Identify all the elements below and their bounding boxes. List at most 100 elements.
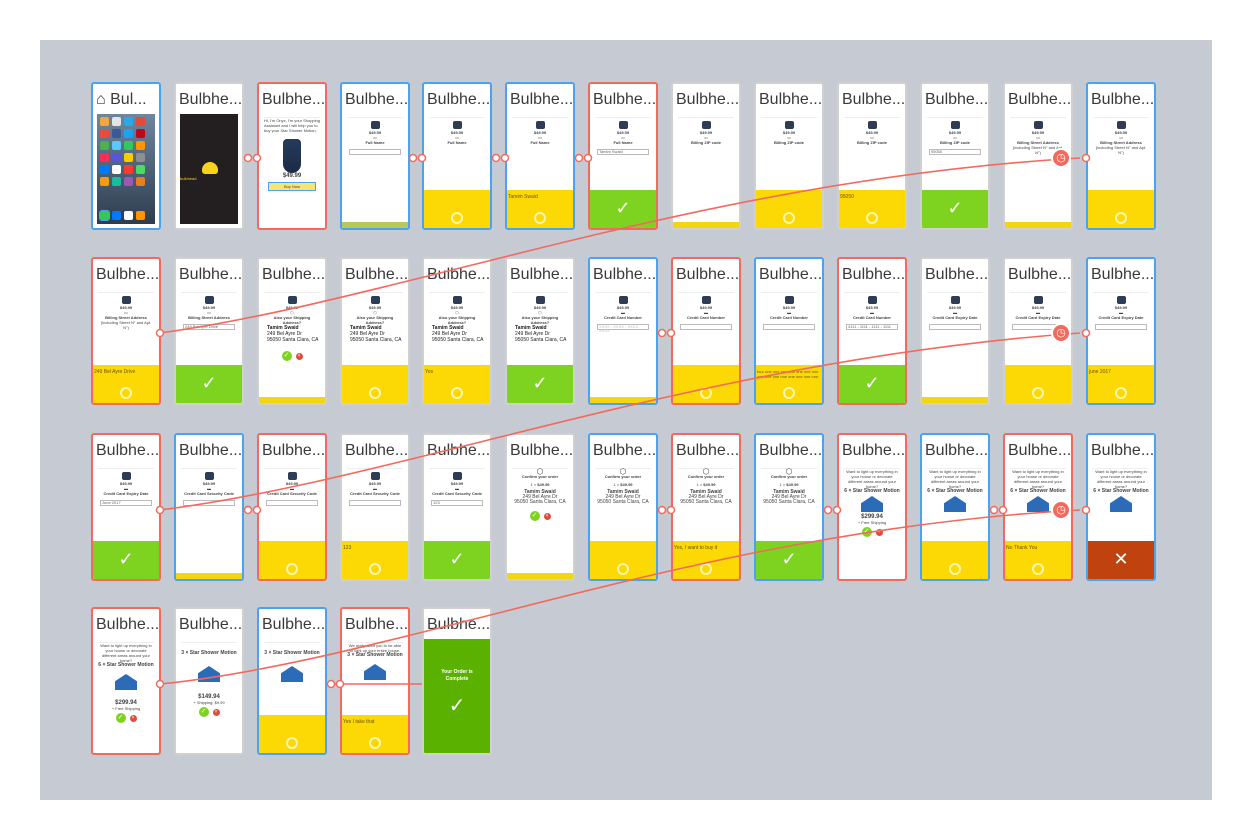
screen-card-shipping-listen[interactable]: Bulbhe... $49.99 ⬡ Also your Shipping Ad… (257, 257, 327, 405)
timer-icon[interactable]: ◷ (1051, 148, 1071, 168)
voice-panel[interactable]: No Thank You (1005, 541, 1071, 579)
confirm-panel[interactable]: ✓ (176, 365, 242, 403)
screen-card-upsell3-spoken[interactable]: Bulbhe... We really want you to be able … (340, 607, 410, 755)
timer-icon[interactable]: ◷ (1051, 323, 1071, 343)
accept-icon[interactable]: ✓ (861, 527, 872, 537)
screen-card-street-confirmed[interactable]: Bulbhe... $49.99 ▭ Billing Street Addres… (174, 257, 244, 405)
confirm-panel[interactable]: ✓ (424, 541, 490, 579)
mic-footer[interactable] (507, 573, 573, 579)
screen-card-zip-wait[interactable]: Bulbhe... $49.99 ▭ Billing ZIP code (754, 82, 824, 230)
screen-card-cc-confirmed[interactable]: Bulbhe... $49.99 ▬ Credit Card Number 41… (837, 257, 907, 405)
screen-card-shipping-wait[interactable]: Bulbhe... $49.99 ⬡ Also your Shipping Ad… (340, 257, 410, 405)
accept-icon[interactable]: ✓ (198, 707, 209, 717)
screen-card-confirm-listen[interactable]: Bulbhe... ⬡ Confirm your order 1 × $49.9… (505, 433, 575, 581)
voice-panel[interactable]: Yes I take that (342, 715, 408, 753)
screen-card-security-wait[interactable]: Bulbhe... $49.99 ▬ Credit Card Security … (257, 433, 327, 581)
screen-card-fullname-spoken[interactable]: Bulbhe... $49.99 ▭ Full Name Tamim Swaid (505, 82, 575, 230)
voice-panel[interactable] (259, 541, 325, 579)
screen-card-security-spoken[interactable]: Bulbhe... $49.99 ▬ Credit Card Security … (340, 433, 410, 581)
voice-panel[interactable]: Yes, I want to buy it (673, 541, 739, 579)
cc-number-input[interactable]: XXXX - XXXX - XXXX - XXXX (597, 324, 649, 333)
screen-card-security-listen[interactable]: Bulbhe... $49.99 ▬ Credit Card Security … (174, 433, 244, 581)
screen-card-upsell6-wait[interactable]: Bulbhe... Want to light up everything in… (920, 433, 990, 581)
screen-card-zip-listen[interactable]: Bulbhe... $49.99 ▭ Billing ZIP code (671, 82, 741, 230)
mic-footer[interactable] (922, 397, 988, 403)
confirm-panel[interactable]: ✓ (93, 541, 159, 579)
security-input[interactable]: 123 (431, 500, 483, 506)
voice-panel[interactable] (1088, 190, 1154, 228)
screen-card-splash[interactable]: Bulbhe... bulbhead (174, 82, 244, 230)
screen-card-zip-spoken[interactable]: Bulbhe... $49.99 ▭ Billing ZIP code 9505… (837, 82, 907, 230)
screen-card-upsell6-listen[interactable]: Bulbhe... Want to light up everything in… (837, 433, 907, 581)
street-input[interactable]: 249 Bel Ayre Drive (183, 324, 235, 330)
screen-card-upsell3-listen[interactable]: Bulbhe... 3 × Star Shower Motion $149.94… (174, 607, 244, 755)
zip-input[interactable]: 95050 (929, 149, 981, 155)
screen-card-confirm-confirmed[interactable]: Bulbhe... ⬡ Confirm your order 1 × $49.9… (754, 433, 824, 581)
screen-card-intro[interactable]: Bulbhe... Hi, I'm Onyx, I'm your Shoppin… (257, 82, 327, 230)
voice-panel[interactable] (922, 541, 988, 579)
confirm-panel[interactable]: ✓ (756, 541, 822, 579)
fullname-input[interactable] (349, 149, 401, 155)
decline-icon[interactable]: × (212, 709, 220, 716)
screen-card-fullname-wait[interactable]: Bulbhe... $49.99 ▭ Full Name (422, 82, 492, 230)
voice-panel[interactable] (1005, 365, 1071, 403)
confirm-panel[interactable]: ✓ (922, 190, 988, 228)
voice-panel[interactable]: Yes (424, 365, 490, 403)
decline-icon[interactable]: × (295, 353, 303, 360)
mic-footer[interactable] (259, 397, 325, 403)
screen-card-order-complete[interactable]: Bulbhe... Your Order is Complete ✓ (422, 607, 492, 755)
decline-icon[interactable]: × (875, 529, 883, 536)
screen-card-shipping-spoken[interactable]: Bulbhe... $49.99 ⬡ Also your Shipping Ad… (422, 257, 492, 405)
voice-panel[interactable]: 123 (342, 541, 408, 579)
voice-panel[interactable]: 249 Bel Ayre Drive (93, 365, 159, 403)
screen-card-street-spoken[interactable]: Bulbhe... $49.99 ▭ Billing Street Addres… (91, 257, 161, 405)
expiry-input[interactable]: June 2017 (100, 500, 152, 506)
voice-panel[interactable] (259, 715, 325, 753)
screen-card-fullname-listen[interactable]: Bulbhe... $49.99 ▭ Full Name (340, 82, 410, 230)
screen-card-security-confirmed[interactable]: Bulbhe... $49.99 ▬ Credit Card Security … (422, 433, 492, 581)
screen-card-shipping-confirmed[interactable]: Bulbhe... $49.99 ⬡ Also your Shipping Ad… (505, 257, 575, 405)
voice-panel[interactable] (756, 190, 822, 228)
screen-card-expiry-confirmed[interactable]: Bulbhe... $49.99 ▬ Credit Card Expiry Da… (91, 433, 161, 581)
mic-footer[interactable] (342, 222, 408, 228)
screen-card-upsell6-offer[interactable]: Bulbhe... Want to light up everything in… (91, 607, 161, 755)
mic-footer[interactable] (176, 573, 242, 579)
voice-panel[interactable]: Tamim Swaid (507, 190, 573, 228)
voice-panel[interactable]: 95050 (839, 190, 905, 228)
screen-card-cc-listen[interactable]: Bulbhe... $49.99 ▬ Credit Card Number XX… (588, 257, 658, 405)
mic-footer[interactable] (673, 222, 739, 228)
accept-icon[interactable]: ✓ (115, 713, 126, 723)
decline-icon[interactable]: × (129, 715, 137, 722)
voice-panel[interactable]: june 2017 (1088, 365, 1154, 403)
screen-card-expiry-listen[interactable]: Bulbhe... $49.99 ▬ Credit Card Expiry Da… (920, 257, 990, 405)
screen-card-upsell3-wait[interactable]: Bulbhe... 3 × Star Shower Motion (257, 607, 327, 755)
voice-panel[interactable] (673, 365, 739, 403)
voice-panel[interactable] (342, 365, 408, 403)
confirm-panel[interactable]: ✓ (839, 365, 905, 403)
screen-card-fullname-confirmed[interactable]: Bulbhe... $49.99 ▭ Full Name Tamim Swaid… (588, 82, 658, 230)
screen-card-confirm-spoken[interactable]: Bulbhe... ⬡ Confirm your order 1 × $49.9… (671, 433, 741, 581)
screen-card-street-wait[interactable]: Bulbhe... $49.99 ▭ Billing Street Addres… (1086, 82, 1156, 230)
voice-panel[interactable]: four one one one one one one one one one… (756, 365, 822, 403)
screen-card-confirm-wait[interactable]: Bulbhe... ⬡ Confirm your order 1 × $49.9… (588, 433, 658, 581)
decline-icon[interactable]: × (543, 513, 551, 520)
screen-card-cc-wait[interactable]: Bulbhe... $49.99 ▬ Credit Card Number (671, 257, 741, 405)
screen-card-zip-confirmed[interactable]: Bulbhe... $49.99 ▭ Billing ZIP code 9505… (920, 82, 990, 230)
mic-footer[interactable] (1005, 222, 1071, 228)
mic-footer[interactable] (590, 397, 656, 403)
screen-card-cc-spoken[interactable]: Bulbhe... $49.99 ▬ Credit Card Number fo… (754, 257, 824, 405)
timer-icon[interactable]: ◷ (1051, 500, 1071, 520)
screen-card-upsell6-declined[interactable]: Bulbhe... Want to light up everything in… (1086, 433, 1156, 581)
accept-icon[interactable]: ✓ (529, 511, 540, 521)
cc-number-input[interactable]: 4111 - 1111 - 1111 - 1111 (846, 324, 898, 330)
confirm-panel[interactable]: ✓ (590, 190, 656, 228)
screen-card-home[interactable]: ⌂ Bul... (91, 82, 161, 230)
voice-panel[interactable] (424, 190, 490, 228)
decline-panel[interactable]: ✕ (1088, 541, 1154, 579)
voice-panel[interactable] (590, 541, 656, 579)
accept-icon[interactable]: ✓ (281, 351, 292, 361)
buy-now-button[interactable]: Buy Now (268, 182, 316, 191)
fullname-input[interactable]: Tamim Swaid (597, 149, 649, 155)
confirm-panel[interactable]: ✓ (507, 365, 573, 403)
screen-card-expiry-spoken[interactable]: Bulbhe... $49.99 ▬ Credit Card Expiry Da… (1086, 257, 1156, 405)
